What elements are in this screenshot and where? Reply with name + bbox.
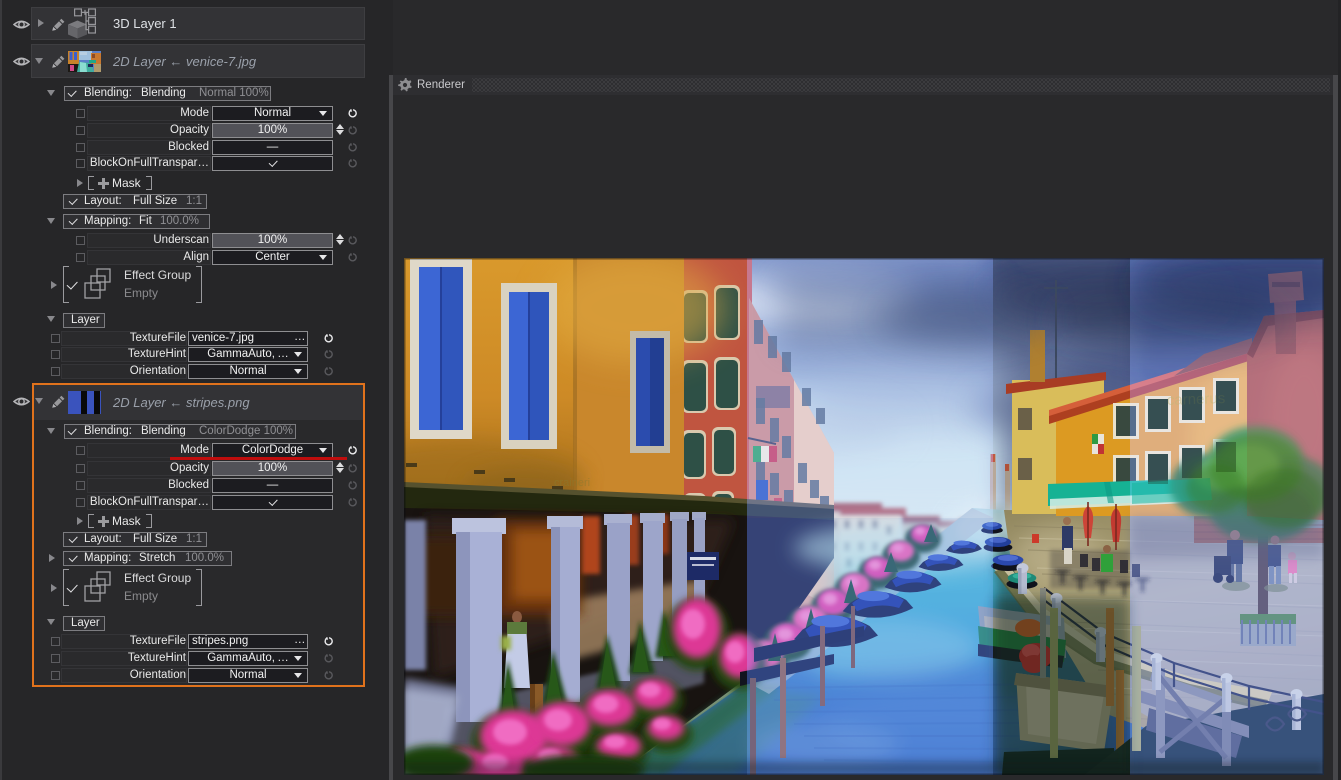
svg-text:craineri: craineri	[554, 477, 590, 489]
